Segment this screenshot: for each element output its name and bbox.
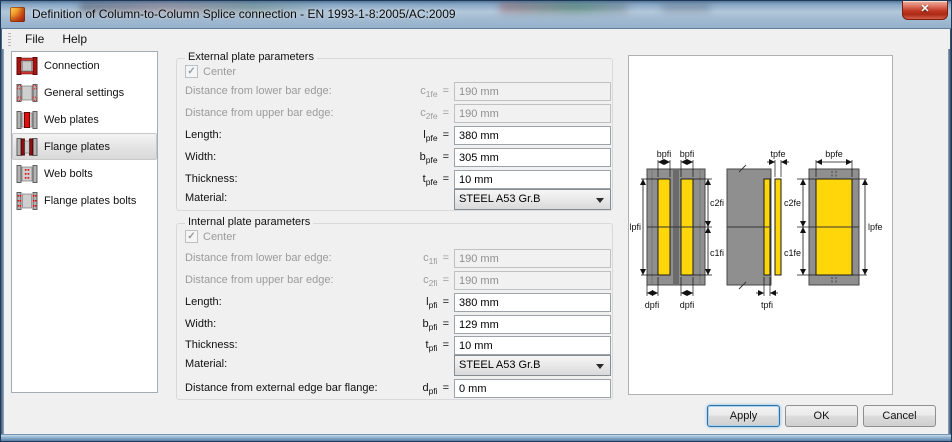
group-title: Internal plate parameters bbox=[185, 216, 314, 228]
sidebar-item-web-plates[interactable]: Web plates bbox=[12, 106, 157, 133]
menu-bar: File Help bbox=[2, 29, 950, 49]
app-icon bbox=[10, 7, 25, 22]
dim-label-bpfi: bpfi bbox=[680, 149, 695, 159]
c1fe-input bbox=[454, 82, 611, 101]
window-right-border bbox=[948, 29, 951, 441]
close-icon: ✕ bbox=[920, 3, 930, 15]
center-checkbox-external: ✓ bbox=[185, 65, 198, 78]
window-left-border bbox=[1, 29, 4, 441]
window-bottom-border bbox=[1, 434, 951, 441]
bpfi-input[interactable] bbox=[454, 315, 611, 334]
field-row: Distance from lower bar edge: c1fi = bbox=[177, 249, 612, 268]
sidebar-item-label: Flange plates bbox=[44, 140, 111, 153]
c2fe-input bbox=[454, 104, 611, 123]
flange-plates-icon bbox=[16, 137, 38, 156]
lpfe-input[interactable] bbox=[454, 126, 611, 145]
general-settings-icon bbox=[16, 83, 38, 102]
close-button[interactable]: ✕ bbox=[902, 1, 948, 20]
diagram-panel: bpfi bpfi lpfi c2fi c1fi dpfi dpfi tpfe … bbox=[628, 55, 893, 395]
field-row: Distance from upper bar edge: c2fe = bbox=[177, 104, 612, 123]
sidebar-item-general-settings[interactable]: General settings bbox=[12, 79, 157, 106]
internal-plate-group: Internal plate parameters ✓ Center Dista… bbox=[176, 216, 613, 400]
center-row-internal: ✓ Center bbox=[185, 230, 236, 243]
field-row: Material: STEEL A53 Gr.B bbox=[177, 189, 612, 210]
sidebar-item-label: Connection bbox=[44, 59, 100, 72]
c2fi-input bbox=[454, 271, 611, 290]
dim-label-c2fi: c2fi bbox=[710, 198, 724, 208]
material-select-external[interactable]: STEEL A53 Gr.B bbox=[454, 189, 611, 210]
c1fi-input bbox=[454, 249, 611, 268]
ok-button[interactable]: OK bbox=[785, 405, 858, 427]
field-row: Thickness: tpfi = bbox=[177, 336, 612, 355]
check-icon: ✓ bbox=[187, 231, 196, 242]
sidebar-item-flange-plates[interactable]: Flange plates bbox=[12, 133, 157, 160]
field-row: Length: lpfe = bbox=[177, 126, 612, 145]
dim-label-lpfe: lpfe bbox=[868, 222, 883, 232]
field-row: Distance from upper bar edge: c2fi = bbox=[177, 271, 612, 290]
external-plate-group: External plate parameters ✓ Center Dista… bbox=[176, 51, 613, 211]
center-row-external: ✓ Center bbox=[185, 65, 236, 78]
dpfi-input[interactable] bbox=[454, 379, 611, 398]
dim-label-tpfi: tpfi bbox=[761, 300, 773, 310]
dialog-window: Definition of Column-to-Column Splice co… bbox=[0, 0, 952, 442]
dim-label-dpfi: dpfi bbox=[680, 300, 695, 310]
dim-label-tpfe: tpfe bbox=[770, 149, 785, 159]
check-icon: ✓ bbox=[187, 66, 196, 77]
sidebar-item-label: Flange plates bolts bbox=[44, 194, 137, 207]
center-label: Center bbox=[203, 65, 237, 78]
cancel-button[interactable]: Cancel bbox=[863, 405, 936, 427]
dim-label-dpfi: dpfi bbox=[645, 300, 660, 310]
dropdown-arrow-icon bbox=[596, 364, 604, 373]
apply-button[interactable]: Apply bbox=[707, 405, 780, 427]
sidebar-item-web-bolts[interactable]: Web bolts bbox=[12, 160, 157, 187]
dim-label-c2fe: c2fe bbox=[784, 198, 801, 208]
sidebar-item-label: Web plates bbox=[44, 113, 99, 126]
splice-diagram: bpfi bpfi lpfi c2fi c1fi dpfi dpfi tpfe … bbox=[629, 149, 883, 310]
lpfi-input[interactable] bbox=[454, 293, 611, 312]
flange-plates-bolts-icon bbox=[16, 191, 38, 210]
aero-blur-decoration bbox=[661, 3, 711, 12]
sidebar-item-connection[interactable]: Connection bbox=[12, 52, 157, 79]
center-label: Center bbox=[203, 230, 237, 243]
dim-label-bpfi: bpfi bbox=[657, 149, 672, 159]
web-plates-icon bbox=[16, 110, 38, 129]
aero-blur-decoration bbox=[499, 2, 629, 13]
group-title: External plate parameters bbox=[185, 51, 317, 63]
dim-label-c1fi: c1fi bbox=[710, 248, 724, 258]
field-row: Thickness: tpfe = bbox=[177, 170, 612, 189]
material-select-internal[interactable]: STEEL A53 Gr.B bbox=[454, 355, 611, 376]
center-checkbox-internal: ✓ bbox=[185, 230, 198, 243]
menu-help[interactable]: Help bbox=[53, 30, 96, 48]
window-title: Definition of Column-to-Column Splice co… bbox=[32, 7, 456, 21]
sidebar-list: Connection General settings Web plates F… bbox=[11, 51, 158, 393]
field-row: Distance from external edge bar flange: … bbox=[177, 379, 612, 398]
connection-icon bbox=[16, 56, 38, 75]
dim-label-bpfe: bpfe bbox=[825, 149, 843, 159]
tpfi-input[interactable] bbox=[454, 336, 611, 355]
sidebar-item-label: General settings bbox=[44, 86, 125, 99]
web-bolts-icon bbox=[16, 164, 38, 183]
sidebar-item-label: Web bolts bbox=[44, 167, 93, 180]
field-row: Width: bpfi = bbox=[177, 315, 612, 334]
dropdown-arrow-icon bbox=[596, 198, 604, 207]
title-bar[interactable]: Definition of Column-to-Column Splice co… bbox=[1, 1, 951, 29]
field-row: Material: STEEL A53 Gr.B bbox=[177, 355, 612, 376]
field-row: Distance from lower bar edge: c1fe = bbox=[177, 82, 612, 101]
menu-gripper-icon bbox=[8, 32, 11, 46]
bpfe-input[interactable] bbox=[454, 148, 611, 167]
tpfe-input[interactable] bbox=[454, 170, 611, 189]
menu-file[interactable]: File bbox=[16, 30, 53, 48]
sidebar-item-flange-plates-bolts[interactable]: Flange plates bolts bbox=[12, 187, 157, 214]
field-row: Width: bpfe = bbox=[177, 148, 612, 167]
dim-label-lpfi: lpfi bbox=[629, 222, 641, 232]
field-row: Length: lpfi = bbox=[177, 293, 612, 312]
dim-label-c1fe: c1fe bbox=[784, 248, 801, 258]
